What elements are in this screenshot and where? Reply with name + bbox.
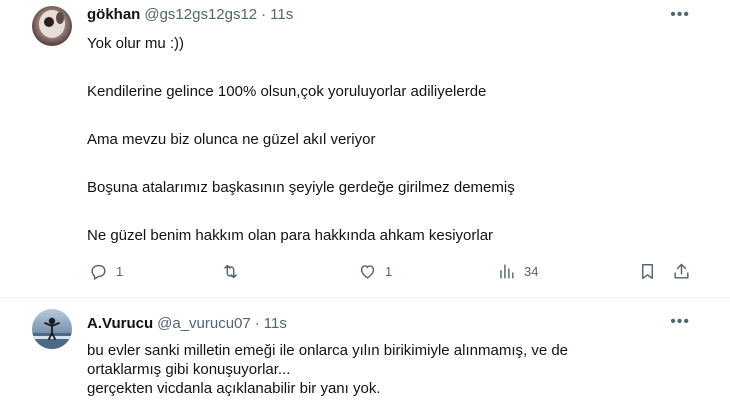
analytics-icon [500,264,514,279]
tweet-actions: 1 1 34 [87,262,697,286]
tweet-line: Kendilerine gelince 100% olsun,çok yorul… [87,83,487,100]
separator: · [261,6,267,23]
tweet-line: Ama mevzu biz olunca ne güzel akıl veriy… [87,131,376,148]
retweet-button[interactable] [221,262,248,281]
more-icon[interactable]: ••• [670,313,690,331]
tweet-line: bu evler sanki milletin emeği ile onlarc… [87,342,569,359]
bookmark-icon [642,264,653,279]
tweet-line: Yok olur mu :)) [87,35,184,52]
reply-icon [91,264,106,280]
share-icon [674,263,689,279]
author-name[interactable]: A.Vurucu [87,315,153,332]
bookmark-button[interactable] [638,262,657,281]
timestamp[interactable]: 11s [264,315,287,332]
share-button[interactable] [672,262,691,281]
like-count: 1 [385,264,393,279]
tweet-line: ortaklarmış gibi konuşuyorlar... [87,361,291,378]
tweet-text: Yok olur mu :)) Kendilerine gelince 100%… [87,34,687,274]
heart-icon [360,265,375,279]
tweet[interactable]: A.Vurucu @a_vurucu07 · 11s ••• bu evler … [0,299,730,420]
author-handle[interactable]: @gs12gs12gs12 [144,6,257,23]
views-count: 34 [524,264,539,279]
timestamp[interactable]: 11s [270,6,293,23]
more-icon[interactable]: ••• [670,6,690,24]
tweet-text: bu evler sanki milletin emeği ile onlarc… [87,341,687,398]
author-handle[interactable]: @a_vurucu07 [157,315,251,332]
tweet-line: Boşuna atalarımız başkasının şeyiyle ger… [87,179,515,196]
views-button[interactable]: 34 [497,262,538,281]
avatar[interactable] [32,6,72,46]
tweet[interactable]: gökhan @gs12gs12gs12 · 11s ••• Yok olur … [0,0,730,298]
tweet-header: gökhan @gs12gs12gs12 · 11s [87,6,293,23]
author-name[interactable]: gökhan [87,6,140,23]
tweet-header: A.Vurucu @a_vurucu07 · 11s [87,315,287,332]
avatar[interactable] [32,309,72,349]
retweet-icon [224,264,237,279]
reply-button[interactable]: 1 [89,262,123,281]
tweet-line: gerçekten vicdanla açıklanabilir bir yan… [87,380,381,397]
like-button[interactable]: 1 [358,262,392,281]
separator: · [254,315,260,332]
reply-count: 1 [116,264,124,279]
